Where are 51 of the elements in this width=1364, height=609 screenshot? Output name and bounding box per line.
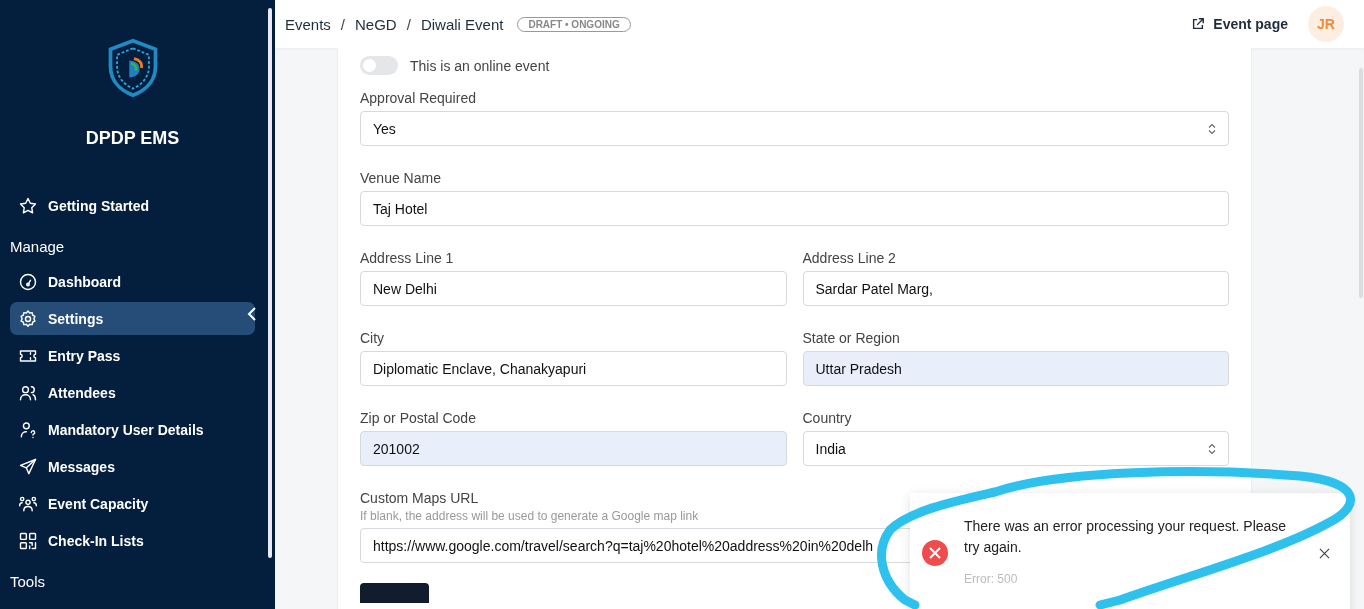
field-label: Approval Required [360,90,477,106]
field-label: Country [802,410,853,426]
select-field[interactable]: India [802,431,1229,466]
input-field[interactable]: Sardar Patel Marg, [802,271,1229,306]
select-field[interactable]: Yes [360,111,1229,146]
toggle-label: This is an online event [410,57,550,74]
nav-item[interactable]: Event Capacity [10,487,255,520]
sort-arrows-icon [1208,122,1216,135]
breadcrumb-separator: / [406,15,411,33]
send-icon [18,456,38,477]
input-field[interactable]: 201002 [360,431,787,466]
event-page-link[interactable]: Event page [1191,16,1288,32]
breadcrumb-separator: / [340,15,346,33]
field-label: Zip or Postal Code [360,410,477,426]
input-field[interactable]: Uttar Pradesh [802,351,1229,386]
nav-item[interactable]: Check-In Lists [10,524,255,557]
breadcrumb-link[interactable]: Diwali Event [420,15,504,33]
nav-item[interactable]: Entry Pass [10,339,255,372]
field-label: State or Region [802,330,901,346]
gear-icon [18,308,38,329]
error-code: Error: 500 [964,572,1019,586]
input-field[interactable]: Taj Hotel [360,191,1229,226]
breadcrumb-link[interactable]: NeGD [355,15,397,33]
breadcrumb-link[interactable]: Events [285,15,331,33]
external-link-icon [1191,17,1206,31]
field-label: Address Line 1 [360,250,455,266]
field-label: City [360,330,386,346]
qr-icon [18,530,38,551]
error-icon [921,539,949,567]
gauge-icon [18,271,38,292]
input-field[interactable]: New Delhi [360,271,787,306]
star-icon [18,195,38,216]
field-label: Venue Name [360,170,442,186]
close-icon[interactable] [1319,548,1330,559]
field-label: Address Line 2 [802,250,897,266]
toggle-switch[interactable] [360,56,398,75]
app-name: DPDP EMS [85,128,180,149]
nav-item[interactable]: Getting Started [10,189,255,222]
input-field[interactable]: Diplomatic Enclave, Chanakyapuri [360,351,787,386]
field-label: Custom Maps URL [360,490,480,506]
field-hint: If blank, the address will be used to generate a Google map link [360,509,700,523]
nav-item[interactable]: Mandatory User Details [10,413,255,446]
section-heading: Manage [10,237,66,257]
section-heading: Tools [10,572,47,592]
nav-item[interactable]: Dashboard [10,265,255,298]
user-question-icon [18,419,38,440]
nav-item[interactable]: Messages [10,450,255,483]
nav-item[interactable]: Attendees [10,376,255,409]
nav-item[interactable]: Settings [10,302,255,335]
collapse-chevron-icon[interactable] [247,306,257,322]
sort-arrows-icon [1208,442,1216,455]
